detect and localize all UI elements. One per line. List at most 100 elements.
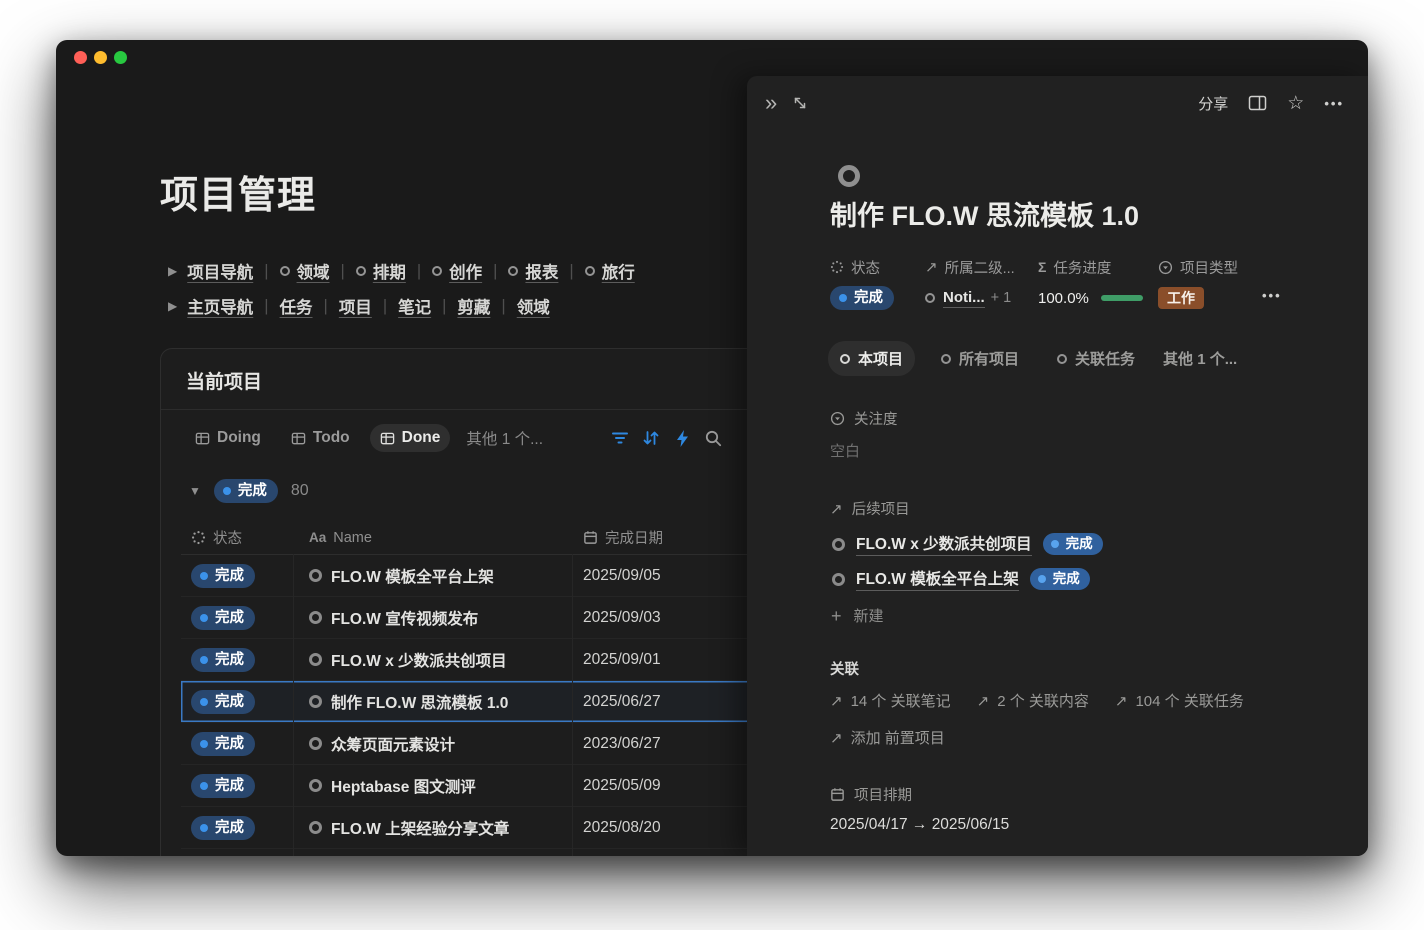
status-badge: 完成 (830, 286, 894, 310)
nav-link-tasks[interactable]: 任务 (280, 294, 313, 318)
status-value[interactable]: 完成 (830, 286, 894, 310)
view-tab-doing[interactable]: Doing (185, 424, 271, 452)
nav-link-notes[interactable]: 笔记 (398, 294, 431, 318)
column-header-name[interactable]: Aa Name (293, 530, 572, 546)
group-collapse-icon[interactable]: ▼ (189, 484, 201, 498)
table-view-icon (291, 431, 306, 446)
peek-view-tabs: 本项目 所有项目 关联任务 其他 1 个... (828, 341, 1249, 376)
focus-property-label: 关注度 (830, 408, 898, 429)
view-tab-done[interactable]: Done (370, 424, 451, 452)
relation-arrow-icon: ↗ (830, 500, 843, 518)
group-count: 80 (291, 482, 309, 500)
relation-arrow-icon: ↗ (830, 729, 843, 747)
peek-page-title[interactable]: 制作 FLO.W 思流模板 1.0 (830, 194, 1139, 233)
sort-icon[interactable] (641, 428, 661, 448)
status-badge: 完成 (191, 564, 255, 588)
collapse-toggle-icon[interactable]: ▶ (168, 264, 177, 278)
tab-more[interactable]: 其他 1 个... (1161, 341, 1249, 376)
nav-link-create[interactable]: 创作 (432, 259, 482, 283)
page-ring-icon (1057, 354, 1067, 364)
nav-link-project-nav[interactable]: 项目导航 (187, 259, 253, 283)
nav-link-domain[interactable]: 领域 (280, 259, 330, 283)
peek-header-left: » (765, 90, 808, 116)
property-grid: 状态 完成 ↗ 所属二级... Noti... + 1 (830, 256, 1338, 320)
status-badge: 完成 (191, 774, 255, 798)
property-label: 项目类型 (1158, 256, 1238, 278)
more-views-button[interactable]: 其他 1 个... (460, 422, 549, 454)
select-property-icon (830, 411, 845, 426)
share-button[interactable]: 分享 (1198, 93, 1228, 114)
automation-lightning-icon[interactable] (672, 428, 692, 448)
relation-arrow-icon: ↗ (830, 692, 843, 710)
related-tasks-link[interactable]: ↗104 个 关联任务 (1115, 690, 1244, 711)
new-item-button[interactable]: + 新建 (831, 605, 884, 626)
more-options-icon[interactable]: ••• (1324, 90, 1344, 116)
progress-bar (1101, 295, 1143, 301)
nav-link-projects[interactable]: 项目 (339, 294, 372, 318)
page-title[interactable]: 项目管理 (160, 164, 316, 219)
schedule-date-range[interactable]: 2025/04/17 → 2025/06/15 (830, 816, 1009, 834)
tab-all-projects[interactable]: 所有项目 (929, 341, 1031, 376)
add-prerequisite-row: ↗添加 前置项目 (830, 727, 945, 748)
project-ring-icon (838, 165, 860, 187)
focus-empty-value[interactable]: 空白 (830, 440, 860, 461)
nav-link-domain2[interactable]: 领域 (517, 294, 550, 318)
status-badge: 完成 (1030, 568, 1090, 590)
view-tabs: Doing Todo Done 其他 1 个... (185, 422, 549, 454)
status-dot-icon (200, 614, 208, 622)
type-value[interactable]: 工作 (1158, 286, 1238, 310)
status-dot-icon (200, 782, 208, 790)
close-window-button[interactable] (74, 51, 87, 64)
followup-item[interactable]: FLO.W x 少数派共创项目 完成 (832, 532, 1103, 556)
filter-icon[interactable] (610, 428, 630, 448)
property-type: 项目类型 工作 (1158, 256, 1238, 310)
tab-this-project[interactable]: 本项目 (828, 341, 915, 376)
tab-linked-tasks[interactable]: 关联任务 (1045, 341, 1147, 376)
status-badge: 完成 (191, 690, 255, 714)
view-tab-todo[interactable]: Todo (281, 424, 360, 452)
nav-link-home-nav[interactable]: 主页导航 (187, 294, 253, 318)
favorite-star-icon[interactable]: ☆ (1287, 90, 1304, 116)
column-header-status[interactable]: 状态 (181, 527, 293, 548)
nav-link-report[interactable]: 报表 (508, 259, 558, 283)
project-ring-icon (832, 573, 845, 586)
collapse-toggle-icon[interactable]: ▶ (168, 299, 177, 313)
nav-separator: | (341, 262, 345, 281)
status-badge: 完成 (191, 606, 255, 630)
page-icon[interactable] (838, 165, 860, 192)
parent-value[interactable]: Noti... + 1 (925, 286, 1015, 310)
property-label: ↗ 所属二级... (925, 256, 1015, 278)
nav-link-travel[interactable]: 旅行 (585, 259, 635, 283)
status-badge: 完成 (191, 648, 255, 672)
minimize-window-button[interactable] (94, 51, 107, 64)
related-content-link[interactable]: ↗2 个 关联内容 (977, 690, 1089, 711)
nav-link-clips[interactable]: 剪藏 (457, 294, 490, 318)
group-status-badge[interactable]: 完成 (214, 479, 278, 503)
property-progress: Σ 任务进度 100.0% (1038, 256, 1143, 310)
progress-value[interactable]: 100.0% (1038, 286, 1143, 310)
project-ring-icon (309, 779, 322, 792)
expand-page-icon[interactable] (792, 90, 808, 116)
status-dot-icon (839, 294, 847, 302)
nav-link-schedule[interactable]: 排期 (356, 259, 406, 283)
page-ring-icon (585, 266, 595, 276)
select-property-icon (1158, 260, 1173, 275)
followup-section-label: ↗ 后续项目 (830, 498, 910, 519)
peek-header-right: 分享 ☆ ••• (1198, 90, 1344, 116)
related-notes-link[interactable]: ↗14 个 关联笔记 (830, 690, 951, 711)
more-properties-icon[interactable]: ••• (1262, 288, 1282, 303)
nav-separator: | (501, 297, 505, 316)
page-ring-icon (356, 266, 366, 276)
nav-separator: | (264, 297, 268, 316)
side-peek-toggle-icon[interactable] (1248, 90, 1267, 116)
followup-item[interactable]: FLO.W 模板全平台上架 完成 (832, 567, 1090, 591)
search-icon[interactable] (703, 428, 723, 448)
relations-section-label: 关联 (830, 658, 859, 679)
rollup-sigma-icon: Σ (1038, 259, 1046, 275)
close-peek-icon[interactable]: » (765, 90, 777, 116)
add-prerequisite-link[interactable]: ↗添加 前置项目 (830, 727, 945, 748)
zoom-window-button[interactable] (114, 51, 127, 64)
text-type-icon: Aa (309, 530, 326, 545)
status-dot-icon (200, 572, 208, 580)
property-label: Σ 任务进度 (1038, 256, 1143, 278)
